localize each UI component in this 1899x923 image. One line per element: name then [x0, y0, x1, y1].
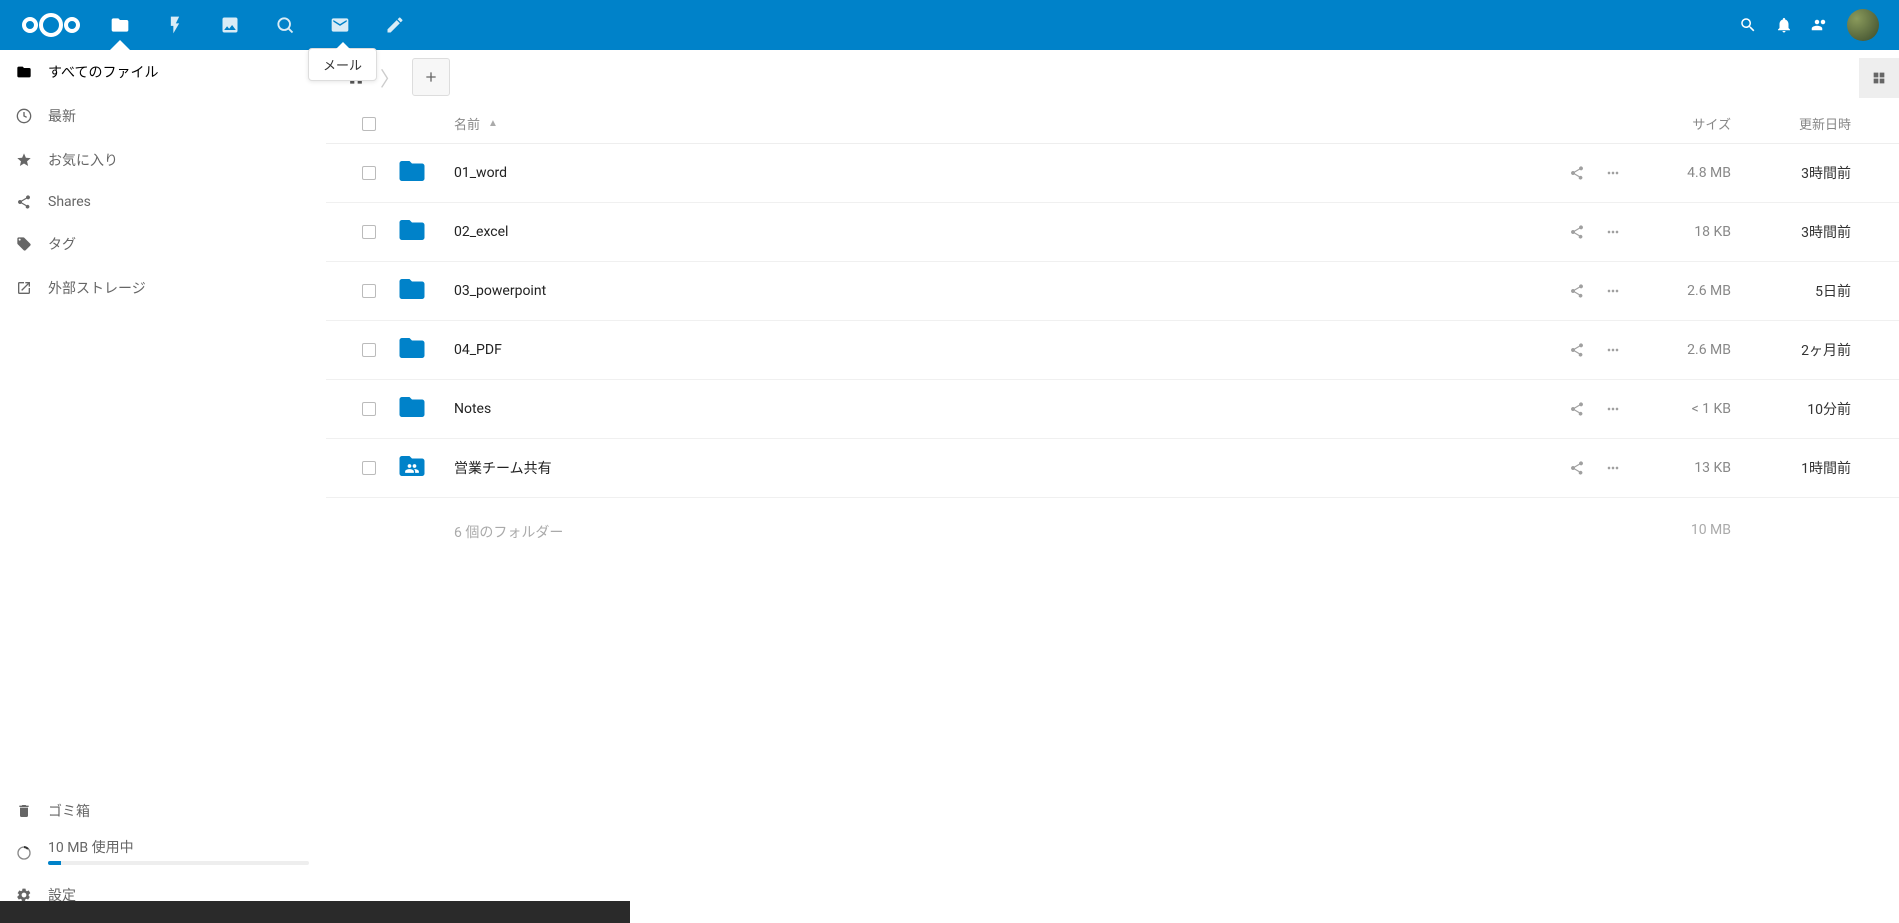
main-content: 〉 名前 ▲ サイズ 更新日時 01_word [325, 50, 1899, 923]
sidebar-recent[interactable]: 最新 [0, 94, 325, 138]
search-icon[interactable] [1739, 16, 1757, 34]
file-name: 04_PDF [454, 342, 1521, 358]
file-row[interactable]: Notes < 1 KB 10分前 [326, 380, 1899, 439]
folder-icon [394, 333, 454, 367]
file-size: 2.6 MB [1621, 283, 1731, 299]
breadcrumb-separator: 〉 [380, 63, 400, 92]
sidebar-item-label: 外部ストレージ [48, 278, 146, 298]
file-modified: 3時間前 [1731, 163, 1881, 183]
file-modified: 2ヶ月前 [1731, 340, 1881, 360]
sidebar-trash[interactable]: ゴミ箱 [16, 793, 309, 829]
nav-files[interactable] [92, 0, 147, 50]
row-checkbox[interactable] [362, 284, 376, 298]
mail-tooltip: メール [308, 48, 377, 81]
file-row[interactable]: 02_excel 18 KB 3時間前 [326, 203, 1899, 262]
file-name: 02_excel [454, 224, 1521, 240]
select-all-checkbox[interactable] [362, 117, 376, 131]
quota-label: 10 MB 使用中 [48, 840, 134, 856]
more-icon[interactable] [1605, 401, 1621, 417]
view-toggle[interactable] [1859, 58, 1899, 98]
share-icon[interactable] [1569, 460, 1585, 476]
file-modified: 1時間前 [1731, 458, 1881, 478]
summary-row: 6 個のフォルダー 10 MB [326, 498, 1899, 566]
summary-size: 10 MB [1621, 522, 1731, 542]
sort-asc-icon: ▲ [488, 118, 498, 129]
header-right [1739, 9, 1889, 41]
nextcloud-logo[interactable] [20, 9, 82, 41]
file-size: 2.6 MB [1621, 342, 1731, 358]
more-icon[interactable] [1605, 283, 1621, 299]
file-row[interactable]: 03_powerpoint 2.6 MB 5日前 [326, 262, 1899, 321]
nav-search[interactable] [257, 0, 312, 50]
file-row[interactable]: 04_PDF 2.6 MB 2ヶ月前 [326, 321, 1899, 380]
share-icon[interactable] [1569, 283, 1585, 299]
file-size: 4.8 MB [1621, 165, 1731, 181]
file-size: < 1 KB [1621, 401, 1731, 417]
file-modified: 3時間前 [1731, 222, 1881, 242]
row-checkbox[interactable] [362, 166, 376, 180]
file-modified: 10分前 [1731, 399, 1881, 419]
status-bar [0, 901, 630, 923]
table-header: 名前 ▲ サイズ 更新日時 [326, 104, 1899, 144]
file-name: Notes [454, 401, 1521, 417]
file-size: 18 KB [1621, 224, 1731, 240]
share-icon[interactable] [1569, 401, 1585, 417]
controls-bar: 〉 [326, 50, 1899, 104]
file-name: 営業チーム共有 [454, 458, 1521, 478]
summary-folders: 6 個のフォルダー [344, 522, 1621, 542]
share-icon[interactable] [1569, 342, 1585, 358]
app-nav [92, 0, 422, 50]
header-size[interactable]: サイズ [1621, 114, 1731, 133]
sidebar-tags[interactable]: タグ [0, 222, 325, 266]
sidebar-all-files[interactable]: すべてのファイル [0, 50, 325, 94]
sidebar: すべてのファイル 最新 お気に入り Shares タグ 外部ストレージ [0, 50, 325, 923]
sidebar-external[interactable]: 外部ストレージ [0, 266, 325, 310]
more-icon[interactable] [1605, 460, 1621, 476]
sidebar-favorites[interactable]: お気に入り [0, 138, 325, 182]
file-row[interactable]: 営業チーム共有 13 KB 1時間前 [326, 439, 1899, 498]
nav-gallery[interactable] [202, 0, 257, 50]
file-modified: 5日前 [1731, 281, 1881, 301]
folder-icon [394, 451, 454, 485]
sidebar-item-label: Shares [48, 194, 91, 210]
file-row[interactable]: 01_word 4.8 MB 3時間前 [326, 144, 1899, 203]
header-name[interactable]: 名前 ▲ [454, 114, 1521, 133]
row-checkbox[interactable] [362, 402, 376, 416]
quota-bar [48, 861, 309, 865]
sidebar-shares[interactable]: Shares [0, 182, 325, 222]
add-button[interactable] [412, 58, 450, 96]
sidebar-quota: 10 MB 使用中 [16, 829, 309, 877]
folder-icon [394, 156, 454, 190]
more-icon[interactable] [1605, 342, 1621, 358]
row-checkbox[interactable] [362, 343, 376, 357]
row-checkbox[interactable] [362, 225, 376, 239]
sidebar-item-label: タグ [48, 234, 76, 254]
file-size: 13 KB [1621, 460, 1731, 476]
notifications-icon[interactable] [1775, 16, 1793, 34]
folder-icon [394, 215, 454, 249]
app-header: メール [0, 0, 1899, 50]
nav-activity[interactable] [147, 0, 202, 50]
share-icon[interactable] [1569, 165, 1585, 181]
folder-icon [394, 274, 454, 308]
user-avatar[interactable] [1847, 9, 1879, 41]
trash-label: ゴミ箱 [48, 801, 90, 821]
folder-icon [394, 392, 454, 426]
file-name: 01_word [454, 165, 1521, 181]
sidebar-item-label: お気に入り [48, 150, 118, 170]
header-modified[interactable]: 更新日時 [1731, 114, 1881, 133]
file-table: 名前 ▲ サイズ 更新日時 01_word 4.8 MB 3時間前 02_exc… [326, 104, 1899, 566]
file-name: 03_powerpoint [454, 283, 1521, 299]
sidebar-item-label: 最新 [48, 106, 76, 126]
row-checkbox[interactable] [362, 461, 376, 475]
more-icon[interactable] [1605, 165, 1621, 181]
contacts-icon[interactable] [1811, 16, 1829, 34]
sidebar-item-label: すべてのファイル [48, 62, 158, 82]
share-icon[interactable] [1569, 224, 1585, 240]
more-icon[interactable] [1605, 224, 1621, 240]
nav-notes[interactable] [367, 0, 422, 50]
